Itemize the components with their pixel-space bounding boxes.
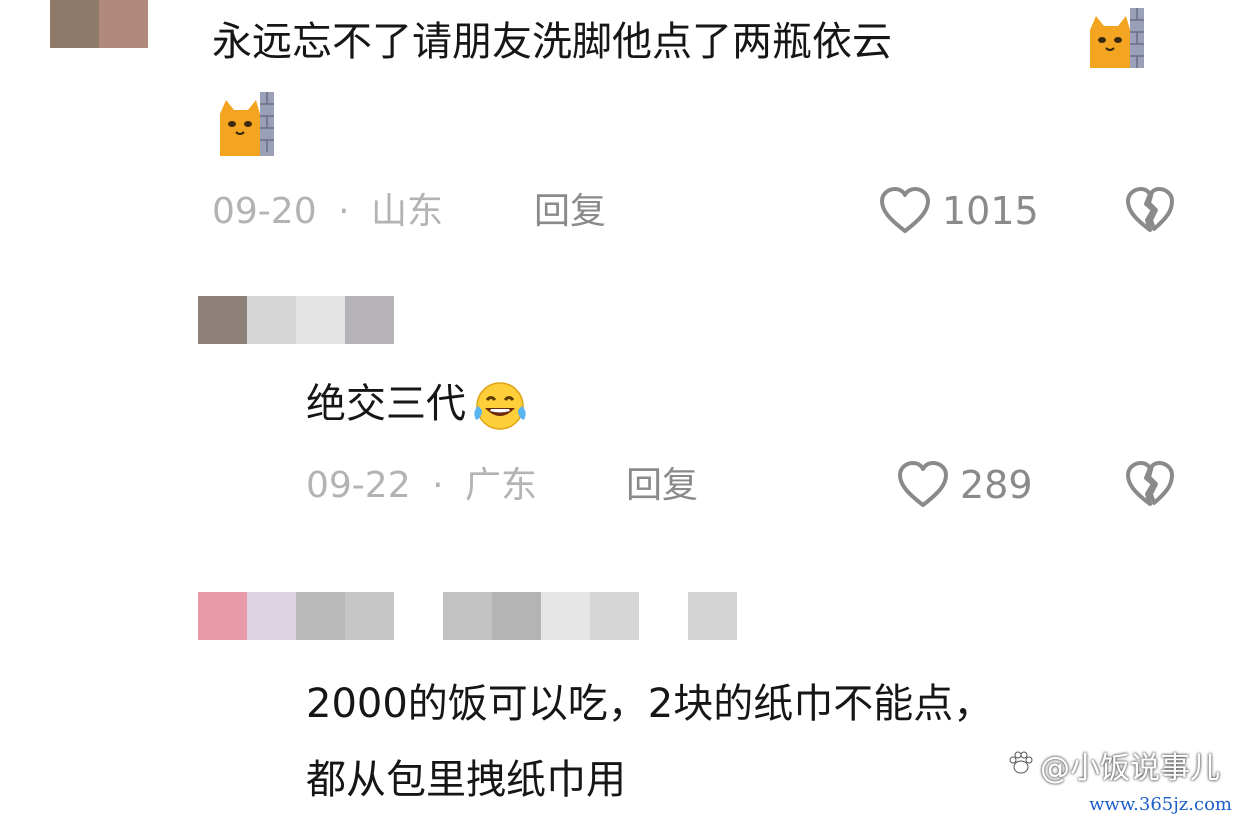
comment-date: 09-20 xyxy=(212,191,317,232)
comment-date: 09-22 xyxy=(306,465,411,506)
comment-1-like-button[interactable]: 1015 xyxy=(878,186,1039,236)
watermark-url: www.365jz.com xyxy=(1089,794,1232,815)
comment-3-avatar-and-username[interactable] xyxy=(198,592,790,640)
comment-2-text: 绝交三代 xyxy=(306,380,530,432)
like-count: 289 xyxy=(960,463,1033,507)
comment-2-avatar-and-username[interactable] xyxy=(198,296,394,344)
meta-separator: · xyxy=(432,465,444,506)
like-count: 1015 xyxy=(942,189,1039,233)
cat-peeking-wall-icon xyxy=(1090,8,1144,68)
comment-location: 广东 xyxy=(464,465,537,506)
comment-2-reply-button[interactable]: 回复 xyxy=(626,464,698,508)
comment-2-text-content: 绝交三代 xyxy=(306,381,466,427)
laughing-tears-icon xyxy=(474,382,526,430)
watermark-text: @小饭说事儿 xyxy=(1040,751,1220,786)
comment-1-reply-button[interactable]: 回复 xyxy=(534,190,606,234)
watermark: @小饭说事儿 xyxy=(1008,743,1220,787)
comment-1-avatar[interactable] xyxy=(50,0,148,48)
comment-1-text: 永远忘不了请朋友洗脚他点了两瓶依云 xyxy=(212,19,892,65)
comment-location: 山东 xyxy=(370,191,443,232)
paw-icon xyxy=(1008,748,1034,783)
broken-heart-icon[interactable] xyxy=(1124,460,1176,508)
comment-3-text-line1: 2000的饭可以吃，2块的纸巾不能点， xyxy=(306,681,994,727)
heart-outline-icon xyxy=(878,186,932,236)
cat-peeking-wall-icon xyxy=(220,92,274,156)
broken-heart-icon[interactable] xyxy=(1124,186,1176,234)
comment-list: 永远忘不了请朋友洗脚他点了两瓶依云 09-20 · 山东 回复 1015 绝交三… xyxy=(0,0,1242,821)
comment-2-meta: 09-22 · 广东 xyxy=(306,464,537,508)
comment-3-text-line2: 都从包里拽纸巾用 xyxy=(306,757,626,803)
comment-2-like-button[interactable]: 289 xyxy=(896,460,1033,510)
heart-outline-icon xyxy=(896,460,950,510)
comment-1-meta: 09-20 · 山东 xyxy=(212,190,443,234)
meta-separator: · xyxy=(338,191,350,232)
